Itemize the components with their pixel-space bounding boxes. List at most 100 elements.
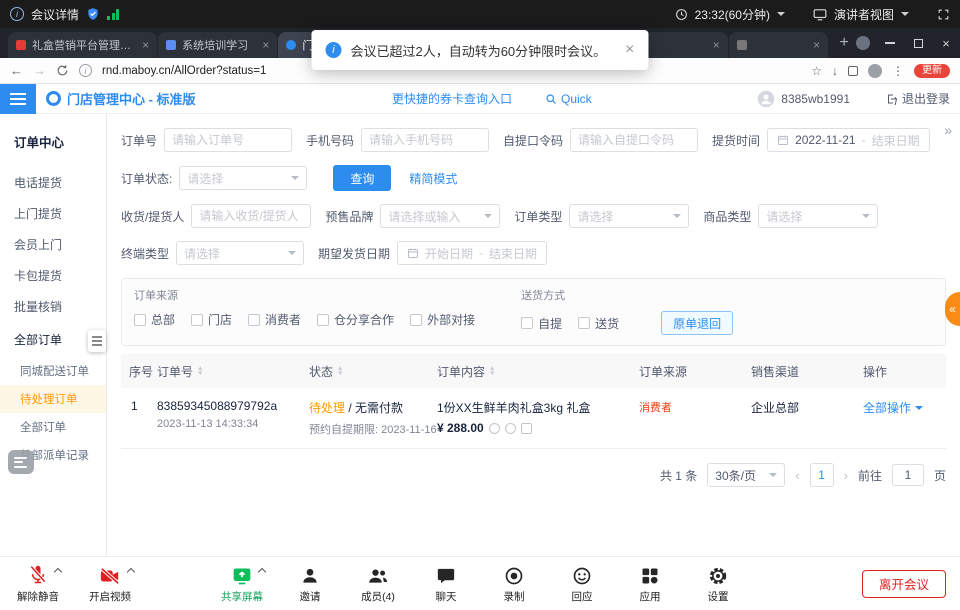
- checkbox-consumer[interactable]: 消费者: [248, 311, 301, 328]
- page-size-select[interactable]: 30条/页: [707, 463, 785, 487]
- sidebar-item-pending-orders[interactable]: 待处理订单: [0, 385, 106, 413]
- meeting-timer[interactable]: 23:32(60分钟): [695, 6, 770, 23]
- col-status[interactable]: 状态▲▼: [309, 363, 437, 380]
- download-icon[interactable]: ↓: [832, 64, 838, 78]
- browser-menu-icon[interactable]: ⋮: [892, 64, 904, 78]
- apps-button[interactable]: 应用: [628, 564, 672, 604]
- tab-close-icon[interactable]: ×: [813, 38, 820, 52]
- meeting-details-label[interactable]: 会议详情: [31, 6, 79, 23]
- checkbox-hq[interactable]: 总部: [134, 311, 175, 328]
- pickup-start-date: 2022-11-21: [795, 133, 856, 147]
- sort-icon[interactable]: ▲▼: [489, 366, 495, 376]
- browser-profile-icon[interactable]: [856, 36, 870, 50]
- sidebar-item-batch-verify[interactable]: 批量核销: [0, 291, 106, 322]
- bookmark-star-icon[interactable]: ☆: [811, 64, 822, 78]
- terminal-type-select[interactable]: 请选择: [176, 241, 304, 265]
- record-button[interactable]: 录制: [492, 564, 536, 604]
- checkbox-store[interactable]: 门店: [191, 311, 232, 328]
- prev-page-button[interactable]: ‹: [795, 468, 799, 483]
- sidebar-item-phone-pickup[interactable]: 电话提货: [0, 167, 106, 198]
- share-options-chevron[interactable]: [258, 567, 266, 575]
- tab-close-icon[interactable]: ×: [142, 38, 149, 52]
- pickup-time-range[interactable]: 2022-11-21 - 结束日期: [767, 128, 930, 152]
- checkbox-external[interactable]: 外部对接: [410, 311, 475, 328]
- sidebar-item-card-pickup[interactable]: 卡包提货: [0, 260, 106, 291]
- invite-button[interactable]: 邀请: [288, 564, 332, 604]
- sidebar-item-member-visit[interactable]: 会员上门: [0, 229, 106, 260]
- order-number[interactable]: 83859345088979792a: [157, 399, 309, 413]
- url-text[interactable]: rnd.maboy.cn/AllOrder?status=1: [102, 65, 266, 77]
- forward-button[interactable]: →: [33, 63, 46, 78]
- security-shield-icon[interactable]: [86, 7, 100, 21]
- new-tab-button[interactable]: +: [832, 31, 856, 55]
- checkbox-warehouse-share[interactable]: 仓分享合作: [317, 311, 394, 328]
- window-minimize-button[interactable]: [876, 28, 904, 58]
- meeting-info-icon[interactable]: i: [10, 7, 24, 21]
- browser-tab[interactable]: ×: [729, 32, 828, 58]
- chat-button[interactable]: 聊天: [424, 564, 468, 604]
- sort-icon[interactable]: ▲▼: [197, 366, 203, 376]
- simple-mode-link[interactable]: 精简模式: [409, 170, 457, 187]
- members-button[interactable]: 成员(4): [356, 564, 400, 604]
- sidebar-collapse-handle[interactable]: [88, 330, 106, 352]
- settings-button[interactable]: 设置: [696, 564, 740, 604]
- expect-ship-date-range[interactable]: 开始日期 - 结束日期: [397, 241, 547, 265]
- leave-meeting-button[interactable]: 离开会议: [862, 570, 946, 598]
- members-label: 成员(4): [361, 589, 395, 604]
- window-maximize-button[interactable]: [904, 28, 932, 58]
- logout-button[interactable]: 退出登录: [886, 90, 950, 107]
- timer-dropdown-caret[interactable]: [777, 12, 785, 20]
- fullscreen-icon[interactable]: [937, 8, 950, 21]
- browser-tab[interactable]: 系统培训学习 ×: [158, 32, 277, 58]
- app-menu-button[interactable]: [0, 84, 36, 114]
- sidebar-section-order-center[interactable]: 订单中心: [0, 122, 106, 167]
- window-close-button[interactable]: ×: [932, 28, 960, 58]
- back-button[interactable]: ←: [10, 63, 23, 78]
- row-action-dropdown[interactable]: 全部操作: [863, 399, 946, 416]
- tab-close-icon[interactable]: ×: [262, 38, 269, 52]
- sidebar-item-store-pickup[interactable]: 上门提货: [0, 198, 106, 229]
- presale-brand-select[interactable]: 请选择或输入: [380, 204, 500, 228]
- page-number-current[interactable]: 1: [810, 463, 834, 487]
- checkbox-delivery[interactable]: 送货: [578, 315, 619, 332]
- user-info[interactable]: 8385wb1991: [757, 90, 850, 108]
- next-page-button[interactable]: ›: [844, 468, 848, 483]
- col-order-no[interactable]: 订单号▲▼: [157, 363, 309, 380]
- col-content[interactable]: 订单内容▲▼: [437, 363, 639, 380]
- sidebar-list-tool-icon[interactable]: [8, 450, 34, 474]
- receiver-input[interactable]: [191, 204, 311, 228]
- video-options-chevron[interactable]: [127, 567, 135, 575]
- site-info-icon[interactable]: i: [79, 64, 92, 77]
- toast-close-icon[interactable]: ×: [625, 41, 634, 59]
- coupon-query-link[interactable]: 更快捷的券卡查询入口: [392, 90, 512, 107]
- share-screen-button[interactable]: 共享屏幕: [220, 564, 264, 604]
- search-button[interactable]: 查询: [333, 165, 391, 191]
- order-no-input[interactable]: [164, 128, 292, 152]
- extensions-puzzle-icon[interactable]: [848, 66, 858, 76]
- sidebar-item-all-orders[interactable]: 全部订单: [0, 413, 106, 441]
- view-mode-dropdown-caret[interactable]: [901, 12, 909, 20]
- goto-page-input[interactable]: [892, 464, 924, 486]
- reactions-button[interactable]: 回应: [560, 564, 604, 604]
- checkbox-self-pickup[interactable]: 自提: [521, 315, 562, 332]
- browser-avatar-icon[interactable]: [868, 64, 882, 78]
- view-mode-label[interactable]: 演讲者视图: [834, 6, 894, 23]
- order-status-select[interactable]: 请选择: [179, 166, 307, 190]
- sidebar-item-city-delivery-orders[interactable]: 同城配送订单: [0, 357, 106, 385]
- chevron-down-icon: [288, 251, 296, 259]
- goods-type-select[interactable]: 请选择: [758, 204, 878, 228]
- browser-tab[interactable]: 礼盒营销平台管理中心 ×: [8, 32, 157, 58]
- pickup-code-input[interactable]: [570, 128, 698, 152]
- start-video-button[interactable]: 开启视频: [88, 564, 132, 604]
- original-return-button[interactable]: 原单退回: [661, 311, 733, 335]
- quick-search-link[interactable]: Quick: [545, 92, 592, 106]
- order-type-select[interactable]: 请选择: [569, 204, 689, 228]
- filters-collapse-icon[interactable]: »: [944, 122, 950, 138]
- unmute-button[interactable]: 解除静音: [16, 564, 60, 604]
- tab-close-icon[interactable]: ×: [713, 38, 720, 52]
- reload-button[interactable]: [56, 64, 69, 77]
- mute-options-chevron[interactable]: [54, 567, 62, 575]
- browser-update-badge[interactable]: 更新: [914, 64, 950, 78]
- sort-icon[interactable]: ▲▼: [337, 366, 343, 376]
- phone-input[interactable]: [361, 128, 489, 152]
